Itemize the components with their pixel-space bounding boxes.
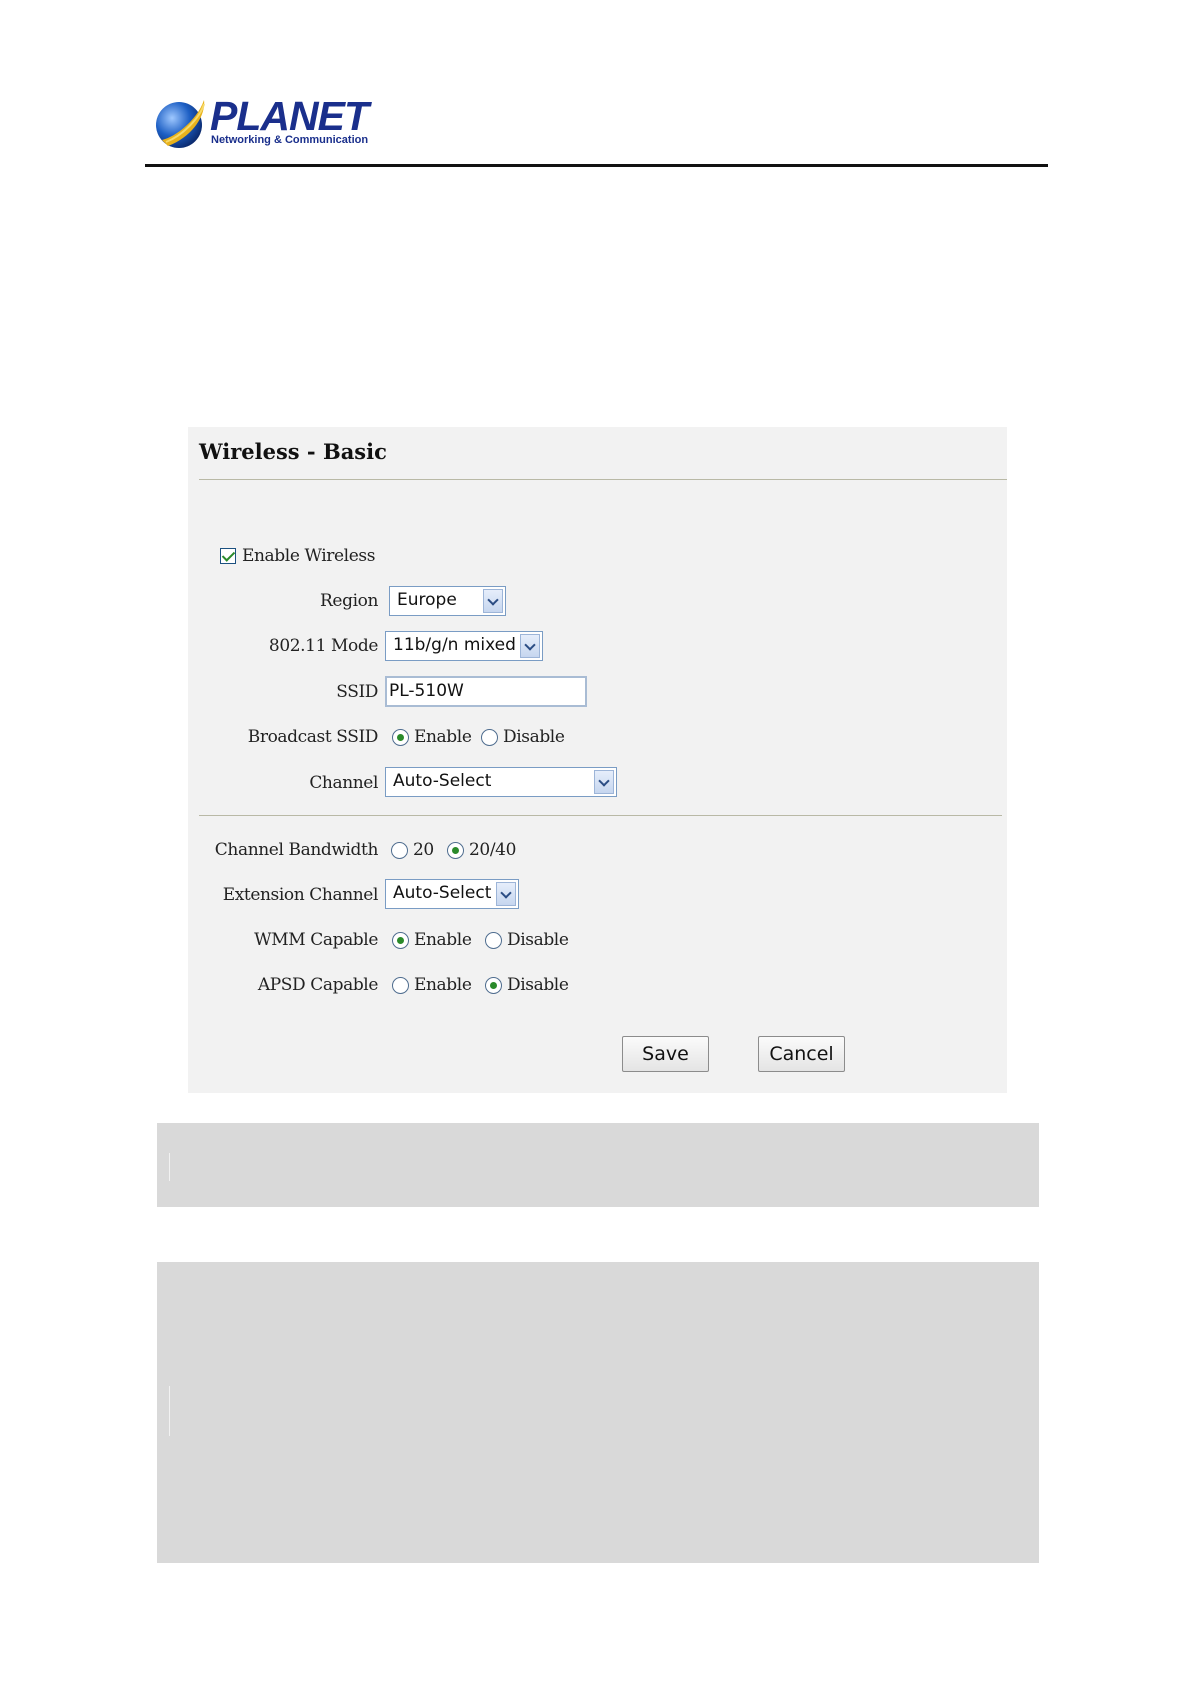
channel-bandwidth-label: Channel Bandwidth <box>214 840 379 860</box>
header-divider <box>145 164 1048 167</box>
mode-label: 802.11 Mode <box>268 636 378 656</box>
page-title: Wireless - Basic <box>199 439 387 464</box>
broadcast-ssid-disable-label: Disable <box>503 727 565 747</box>
channel-bandwidth-2040-radio[interactable] <box>447 842 464 859</box>
channel-select-value: Auto-Select <box>393 771 492 791</box>
channel-label: Channel <box>309 773 378 793</box>
planet-logo: PLANET Networking & Communication <box>154 94 369 152</box>
wmm-capable-label: WMM Capable <box>254 930 378 950</box>
mode-select[interactable]: 11b/g/n mixed <box>385 631 543 661</box>
broadcast-ssid-label: Broadcast SSID <box>247 727 379 747</box>
brand-name: PLANET <box>210 93 369 139</box>
extension-channel-select[interactable]: Auto-Select <box>385 879 519 909</box>
ssid-label: SSID <box>336 682 378 702</box>
apsd-disable-radio[interactable] <box>485 977 502 994</box>
dropdown-arrow-icon[interactable] <box>594 770 614 794</box>
ssid-input[interactable]: PL-510W <box>385 676 587 707</box>
wireless-basic-panel: Wireless - Basic Enable Wireless Region … <box>188 427 1007 1093</box>
wmm-disable-radio[interactable] <box>485 932 502 949</box>
region-label: Region <box>320 591 378 611</box>
wmm-enable-label: Enable <box>414 930 472 950</box>
dropdown-arrow-icon[interactable] <box>520 634 540 658</box>
note-box-marker <box>169 1153 170 1181</box>
note-box <box>157 1123 1039 1207</box>
wmm-disable-label: Disable <box>507 930 569 950</box>
region-select[interactable]: Europe <box>389 586 506 616</box>
apsd-capable-label: APSD Capable <box>257 975 379 995</box>
apsd-disable-label: Disable <box>507 975 569 995</box>
wmm-enable-radio[interactable] <box>392 932 409 949</box>
cancel-button[interactable]: Cancel <box>758 1036 845 1072</box>
extension-channel-select-value: Auto-Select <box>393 883 492 903</box>
enable-wireless-checkbox[interactable] <box>220 548 236 564</box>
dropdown-arrow-icon[interactable] <box>496 882 516 906</box>
region-select-value: Europe <box>397 590 457 610</box>
dropdown-arrow-icon[interactable] <box>483 589 503 613</box>
extension-channel-label: Extension Channel <box>222 885 379 905</box>
ssid-input-value: PL-510W <box>389 681 464 701</box>
apsd-enable-radio[interactable] <box>392 977 409 994</box>
parameter-box <box>157 1262 1039 1563</box>
save-button[interactable]: Save <box>622 1036 709 1072</box>
channel-bandwidth-20-label: 20 <box>413 840 434 860</box>
channel-select[interactable]: Auto-Select <box>385 767 617 797</box>
channel-bandwidth-2040-label: 20/40 <box>469 840 516 860</box>
enable-wireless-label: Enable Wireless <box>242 546 376 566</box>
planet-logo-globe-icon <box>156 100 205 148</box>
brand-tagline: Networking & Communication <box>211 134 369 146</box>
title-divider <box>199 479 1007 480</box>
broadcast-ssid-disable-radio[interactable] <box>481 729 498 746</box>
mode-select-value: 11b/g/n mixed <box>393 635 516 655</box>
broadcast-ssid-enable-radio[interactable] <box>392 729 409 746</box>
parameter-box-marker <box>169 1386 170 1436</box>
apsd-enable-label: Enable <box>414 975 472 995</box>
broadcast-ssid-enable-label: Enable <box>414 727 472 747</box>
channel-bandwidth-20-radio[interactable] <box>391 842 408 859</box>
section-divider <box>199 815 1002 816</box>
